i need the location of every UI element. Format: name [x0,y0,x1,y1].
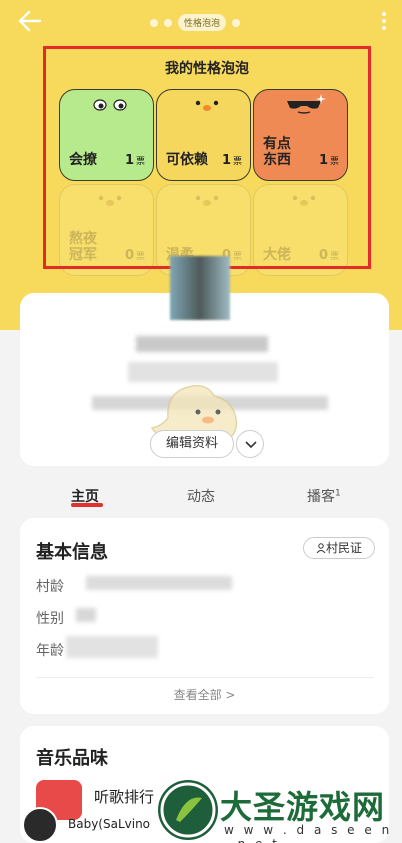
highlight-frame [43,46,371,269]
user-icon [316,543,326,554]
indicator-dot [150,18,158,27]
expand-button[interactable] [236,430,264,458]
indicator-label[interactable]: 性格泡泡 [178,14,227,31]
active-tab-indicator [71,503,103,507]
top-bar: 性格泡泡 [0,0,402,44]
info-row-label: 年龄 [36,643,64,659]
tab-podcast[interactable]: 播客1 [307,486,341,506]
info-value-blurred [66,636,158,658]
divider [36,677,374,678]
chevron-down-icon [245,441,257,449]
indicator-dot [164,18,172,27]
tab-activity[interactable]: 动态 [187,486,215,506]
player-track-name: Baby(SaLvino [68,817,151,831]
info-value-blurred [76,608,96,622]
back-arrow-icon[interactable] [18,10,42,32]
watermark-logo-icon [158,780,218,840]
edit-profile-button[interactable]: 编辑资料 [150,430,234,458]
watermark-url: w w w . d a s e e n . n e t [224,823,393,843]
site-watermark: 大圣游戏网 w w w . d a s e e n . n e t [158,778,402,843]
info-value-blurred [86,576,232,590]
player-avatar[interactable] [22,807,58,843]
indicator-dot [232,18,241,27]
info-row-label: 性别 [36,611,64,627]
watermark-title: 大圣游戏网 [220,788,386,826]
view-all-link[interactable]: 查看全部 > [20,686,389,703]
more-options-icon[interactable] [380,10,388,32]
info-row-label: 村龄 [36,579,64,595]
village-cert-button[interactable]: 村民证 [303,537,375,559]
avatar[interactable] [170,256,230,320]
username-blurred [136,336,268,352]
basic-info-title: 基本信息 [36,542,108,563]
page-indicator: 性格泡泡 [150,14,241,31]
music-title: 音乐品味 [36,748,108,769]
